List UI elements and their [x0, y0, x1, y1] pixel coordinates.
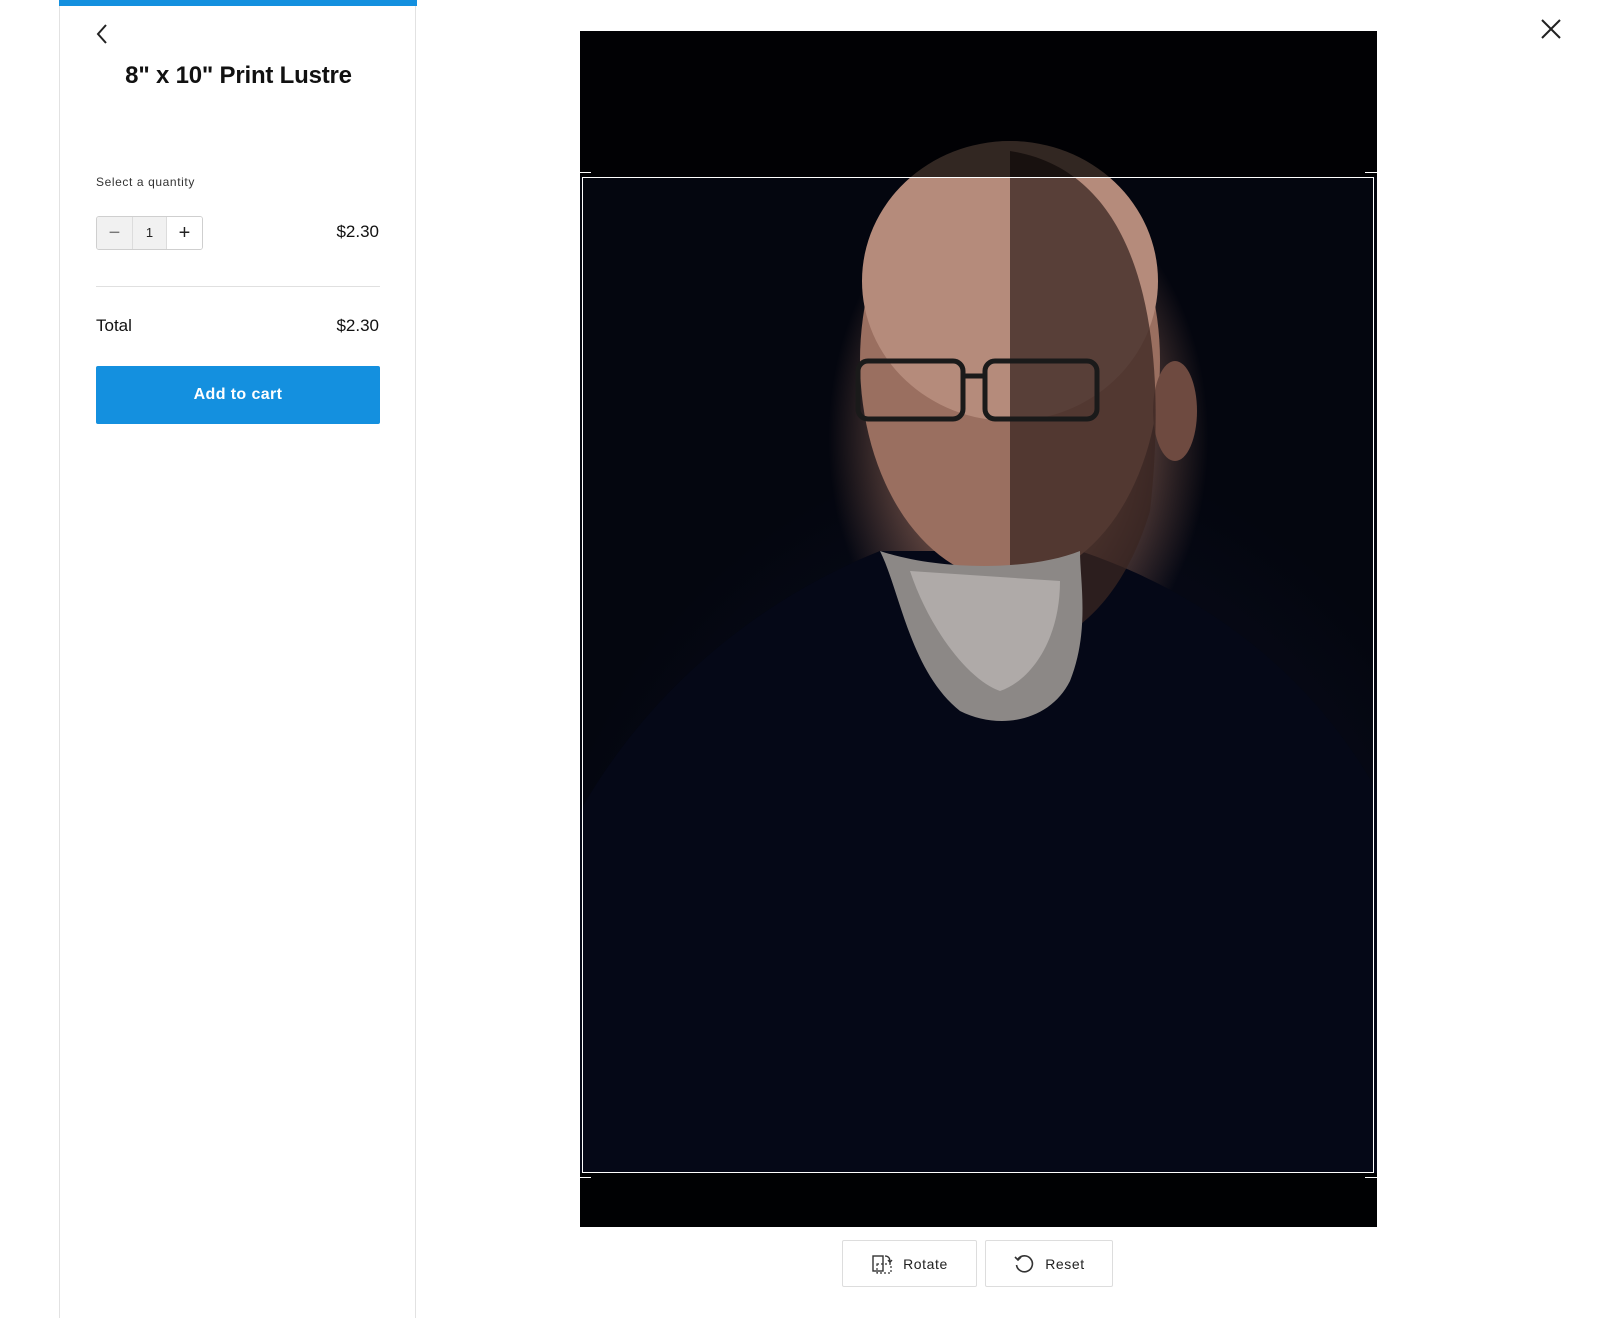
crop-handle-top-right[interactable] [1365, 172, 1377, 186]
crop-selection-box[interactable] [580, 172, 1377, 1178]
reset-icon [1013, 1253, 1035, 1275]
order-panel: 8" x 10" Print Lustre Select a quantity … [59, 0, 417, 1318]
divider [96, 286, 380, 287]
quantity-increment-button[interactable]: + [166, 217, 202, 249]
quantity-input[interactable] [133, 217, 166, 249]
unit-price: $2.30 [336, 222, 379, 241]
crop-handle-top-left[interactable] [580, 172, 591, 186]
back-button[interactable] [88, 22, 116, 50]
total-value: $2.30 [336, 316, 379, 335]
reset-button[interactable]: Reset [985, 1240, 1113, 1287]
quantity-decrement-button[interactable]: − [97, 217, 133, 249]
rotate-icon [871, 1253, 893, 1275]
quantity-label: Select a quantity [96, 175, 195, 189]
chevron-left-icon [95, 23, 109, 50]
panel-accent-bar [59, 0, 417, 6]
crop-mask-bottom [580, 1173, 1377, 1227]
crop-mask-top [580, 31, 1377, 177]
product-title: 8" x 10" Print Lustre [125, 62, 352, 89]
quantity-stepper: − + [96, 216, 203, 250]
close-button[interactable] [1536, 16, 1566, 46]
add-to-cart-button[interactable]: Add to cart [96, 366, 380, 424]
close-icon [1540, 18, 1562, 45]
rotate-label: Rotate [903, 1255, 948, 1272]
crop-handle-bottom-right[interactable] [1365, 1164, 1377, 1178]
crop-handle-bottom-left[interactable] [580, 1164, 591, 1178]
total-label: Total [96, 316, 132, 335]
reset-label: Reset [1045, 1255, 1085, 1272]
rotate-button[interactable]: Rotate [842, 1240, 977, 1287]
photo-crop-canvas [580, 31, 1377, 1227]
